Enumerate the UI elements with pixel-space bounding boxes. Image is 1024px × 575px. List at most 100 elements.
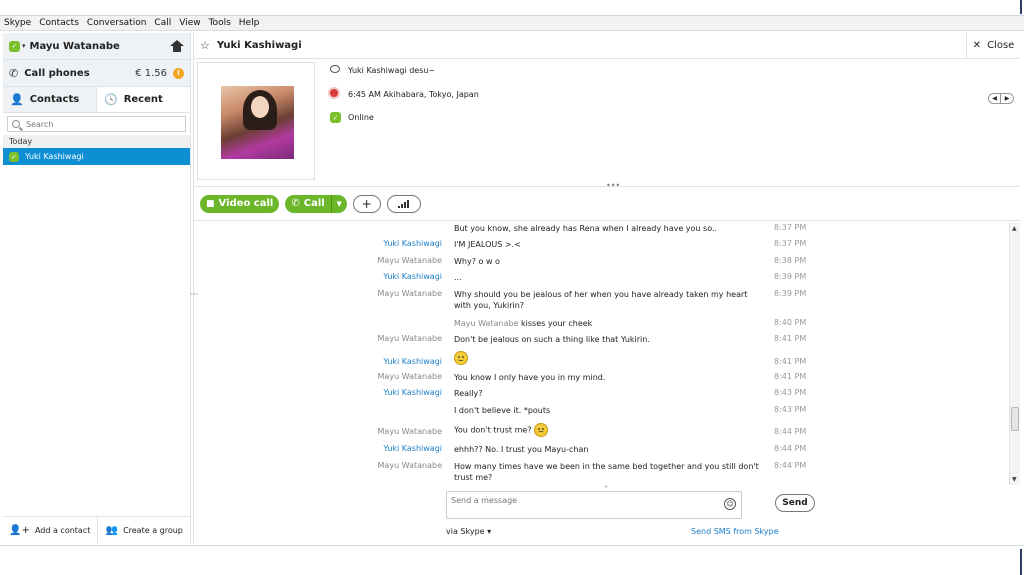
menu-skype[interactable]: Skype bbox=[4, 18, 31, 28]
video-call-button[interactable]: ■ Video call bbox=[200, 194, 280, 213]
close-label: Close bbox=[987, 40, 1015, 51]
call-button[interactable]: ✆ Call bbox=[285, 194, 331, 213]
message-input[interactable] bbox=[447, 492, 717, 516]
message-sender[interactable]: Yuki Kashiwagi bbox=[344, 388, 442, 397]
message-sender[interactable]: Yuki Kashiwagi bbox=[344, 444, 442, 453]
online-status-icon[interactable]: ✓ bbox=[9, 40, 20, 52]
conversation-panel: ☆ Yuki Kashiwagi ✕ Close Yuki Kashiwagi … bbox=[193, 32, 1020, 543]
profile-nav-arrows: ◀ ▶ bbox=[988, 93, 1014, 104]
local-time-icon bbox=[330, 89, 338, 97]
menu-contacts[interactable]: Contacts bbox=[39, 18, 79, 28]
favorite-star-icon[interactable]: ☆ bbox=[200, 39, 210, 52]
close-conversation-button[interactable]: ✕ Close bbox=[966, 32, 1020, 59]
message-text: ... bbox=[454, 273, 462, 282]
frame-mark bbox=[1020, 0, 1022, 14]
message-text: I'M JEALOUS >.< bbox=[454, 240, 521, 249]
signal-bar bbox=[400, 203, 403, 208]
resize-handle-icon[interactable]: ••• bbox=[606, 181, 620, 190]
message-sender[interactable]: Mayu Watanabe bbox=[344, 256, 442, 265]
composer-resize-icon[interactable]: • bbox=[604, 483, 608, 491]
frame-mark bbox=[1020, 549, 1022, 575]
message-text: Why? o w o bbox=[454, 257, 500, 266]
scroll-down-icon[interactable]: ▼ bbox=[1012, 476, 1017, 483]
tab-contacts[interactable]: 👤 Contacts bbox=[3, 87, 97, 112]
call-quality-button[interactable] bbox=[386, 194, 421, 213]
message-text: Why should you be jealous of her when yo… bbox=[454, 290, 748, 310]
menu-tools[interactable]: Tools bbox=[209, 18, 231, 28]
menu-view[interactable]: View bbox=[179, 18, 200, 28]
video-camera-icon: ■ bbox=[206, 198, 215, 209]
add-contact-button[interactable]: 👤+ Add a contact bbox=[3, 517, 98, 543]
message-text: Really? bbox=[454, 389, 483, 398]
user-status-row[interactable]: ✓ ▾ Mayu Watanabe bbox=[3, 33, 190, 60]
message-composer[interactable]: ☺ bbox=[446, 491, 742, 519]
left-panel: ✓ ▾ Mayu Watanabe ✆ Call phones € 1.56 !… bbox=[3, 33, 191, 543]
tab-recent-label: Recent bbox=[123, 94, 163, 105]
create-group-label: Create a group bbox=[123, 525, 183, 535]
contact-online-icon: ✓ bbox=[9, 151, 19, 162]
message-time: 8:43 PM bbox=[774, 388, 807, 397]
message-sender[interactable]: Mayu Watanabe bbox=[344, 372, 442, 381]
message-sender[interactable]: Mayu Watanabe bbox=[344, 461, 442, 470]
call-actions-bar: ■ Video call ✆ Call ▼ + bbox=[194, 187, 1020, 221]
recent-section-header: Today bbox=[3, 135, 190, 148]
action-sender[interactable]: Mayu Watanabe bbox=[454, 319, 518, 328]
menu-call[interactable]: Call bbox=[154, 18, 171, 28]
message-time: 8:37 PM bbox=[774, 239, 807, 248]
tab-recent[interactable]: 🕓 Recent bbox=[97, 87, 190, 112]
search-box[interactable] bbox=[7, 116, 186, 132]
contact-list-item[interactable]: ✓ Yuki Kashiwagi bbox=[3, 148, 190, 165]
chat-scrollbar[interactable]: ▲ ▼ bbox=[1009, 223, 1020, 485]
create-group-button[interactable]: 👥 Create a group bbox=[98, 517, 192, 543]
message-text: ehhh?? No. I trust you Mayu-chan bbox=[454, 445, 589, 454]
local-time-line-icon bbox=[330, 89, 342, 99]
plus-icon: + bbox=[361, 196, 372, 211]
add-person-icon: 👤+ bbox=[9, 524, 30, 536]
message-time: 8:44 PM bbox=[774, 444, 807, 453]
message-time: 8:38 PM bbox=[774, 256, 807, 265]
message-sender[interactable]: Mayu Watanabe bbox=[344, 334, 442, 343]
message-sender[interactable]: Yuki Kashiwagi bbox=[344, 357, 442, 366]
mood-line-icon bbox=[330, 65, 342, 75]
call-phones-label: Call phones bbox=[24, 67, 90, 79]
signal-bars-icon bbox=[397, 199, 410, 208]
message-sender[interactable]: Yuki Kashiwagi bbox=[344, 239, 442, 248]
message-sender[interactable]: Mayu Watanabe bbox=[344, 427, 442, 436]
status-caret-icon[interactable]: ▾ bbox=[22, 42, 26, 50]
emoticon-mouth bbox=[458, 358, 464, 361]
message-text: Don't be jealous on such a thing like th… bbox=[454, 335, 650, 344]
message-text: You don't trust me? bbox=[454, 423, 764, 437]
message-text: But you know, she already has Rena when … bbox=[454, 224, 718, 233]
menu-conversation[interactable]: Conversation bbox=[87, 18, 147, 28]
message-time: 8:39 PM bbox=[774, 272, 807, 281]
message-time: 8:43 PM bbox=[774, 405, 807, 414]
emoticon-picker-icon[interactable]: ☺ bbox=[724, 498, 736, 510]
prev-arrow-icon[interactable]: ◀ bbox=[989, 94, 1001, 103]
home-icon[interactable] bbox=[170, 39, 184, 53]
next-arrow-icon[interactable]: ▶ bbox=[1001, 94, 1013, 103]
scroll-up-icon[interactable]: ▲ bbox=[1012, 225, 1017, 232]
speech-bubble-icon bbox=[330, 65, 340, 73]
menu-help[interactable]: Help bbox=[239, 18, 260, 28]
search-input[interactable] bbox=[26, 119, 176, 129]
message-sender[interactable]: Mayu Watanabe bbox=[344, 289, 442, 298]
via-skype-selector[interactable]: via Skype ▾ bbox=[446, 527, 491, 536]
chevron-down-icon: ▼ bbox=[336, 199, 342, 208]
contact-name: Yuki Kashiwagi bbox=[25, 152, 84, 161]
scrollbar-thumb[interactable] bbox=[1011, 407, 1019, 431]
add-people-button[interactable]: + bbox=[352, 194, 381, 213]
avatar[interactable] bbox=[221, 86, 294, 159]
group-icon: 👥 bbox=[105, 524, 119, 536]
contact-tabs: 👤 Contacts 🕓 Recent bbox=[3, 87, 190, 113]
send-sms-link[interactable]: Send SMS from Skype bbox=[691, 527, 779, 536]
call-dropdown-button[interactable]: ▼ bbox=[330, 194, 347, 213]
call-label: Call bbox=[303, 198, 325, 209]
local-time-line: 6:45 AM Akihabara, Tokyo, Japan bbox=[330, 89, 479, 99]
message-text: You know I only have you in my mind. bbox=[454, 373, 606, 382]
send-button[interactable]: Send bbox=[775, 494, 815, 512]
message-sender[interactable]: Yuki Kashiwagi bbox=[344, 272, 442, 281]
tab-contacts-label: Contacts bbox=[29, 94, 80, 105]
call-phones-row[interactable]: ✆ Call phones € 1.56 ! bbox=[3, 60, 190, 87]
user-name[interactable]: Mayu Watanabe bbox=[30, 41, 170, 52]
search-icon bbox=[12, 120, 20, 128]
